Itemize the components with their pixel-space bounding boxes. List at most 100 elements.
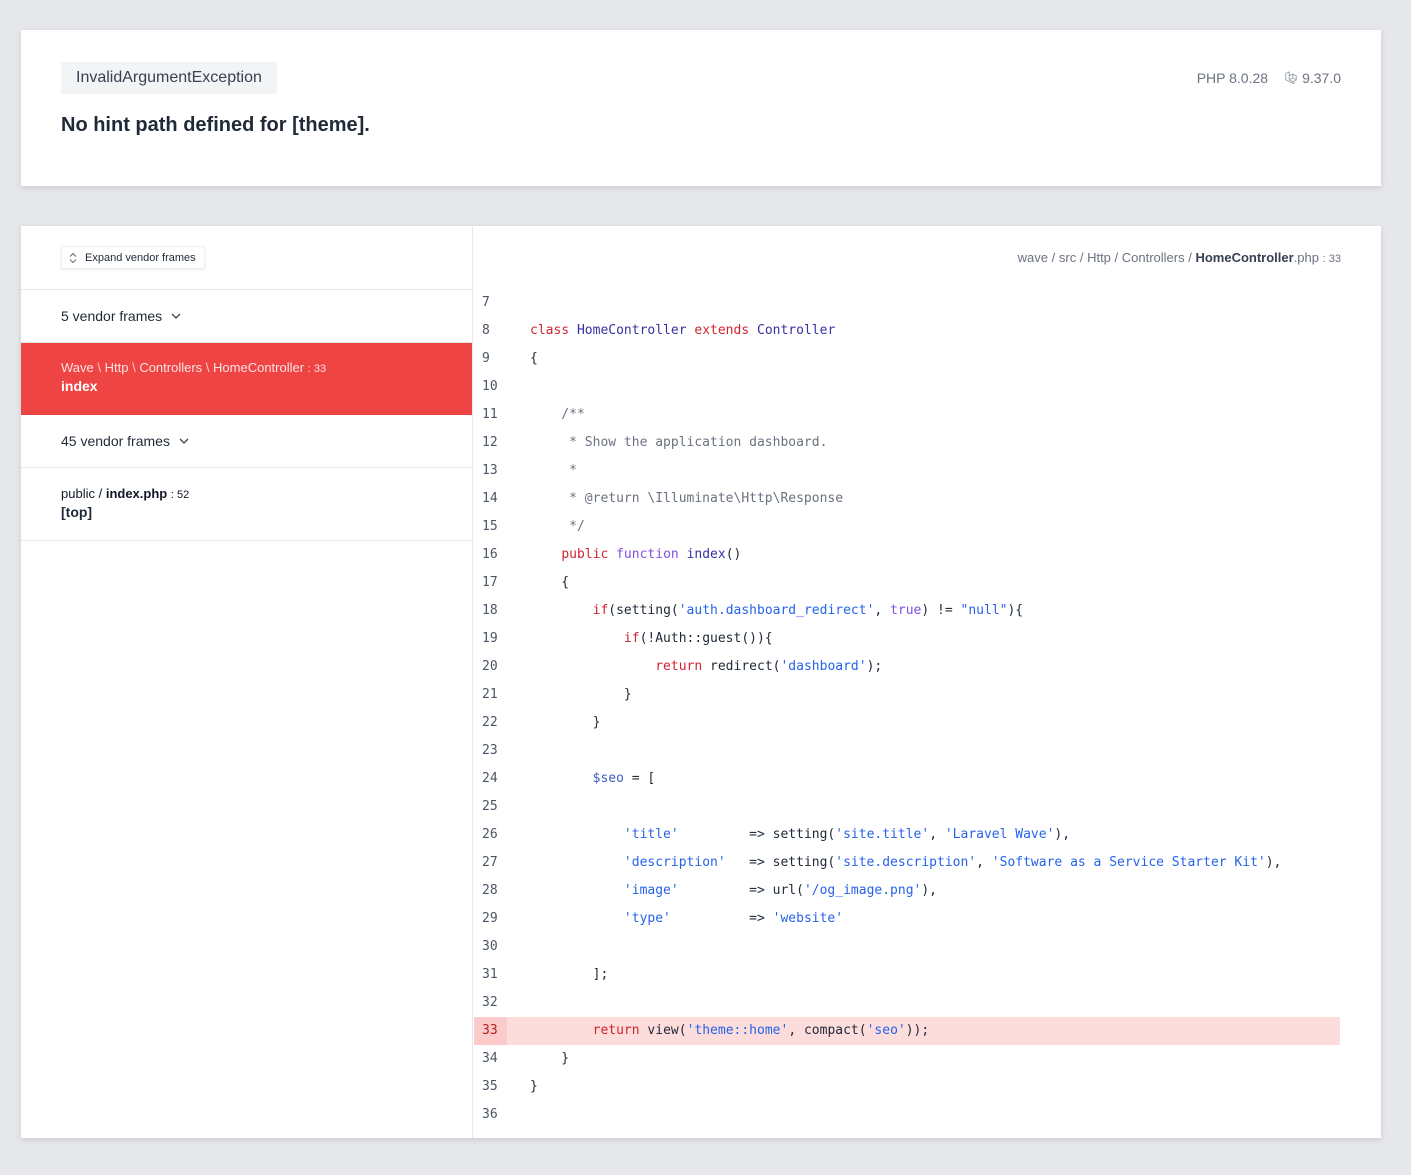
vendor-frames-group-1[interactable]: 5 vendor frames [21, 290, 472, 343]
line-number: 17 [482, 575, 498, 590]
line-number: 12 [482, 435, 498, 450]
line-number: 36 [482, 1107, 498, 1122]
code-line: 30 [474, 933, 1340, 961]
line-source: */ [530, 519, 585, 534]
frame-path: public / index.php : 52 [61, 486, 190, 501]
code-line: 21 } [474, 681, 1340, 709]
line-number: 23 [482, 743, 498, 758]
line-number: 24 [482, 771, 498, 786]
exception-class: InvalidArgumentException [61, 62, 277, 94]
frame-method: index [61, 378, 98, 394]
line-source: public function index() [561, 547, 742, 562]
file-line-number: 33 [1328, 253, 1341, 265]
code-line: 10 [474, 373, 1340, 401]
code-line: 13 * [474, 457, 1340, 485]
code-line: 28 'image' => url('/og_image.png'), [474, 877, 1340, 905]
exception-message: No hint path defined for [theme]. [61, 114, 370, 136]
line-source: } [530, 715, 601, 730]
line-source: return view('theme::home', compact('seo'… [592, 1023, 930, 1038]
code-line: 27 'description' => setting('site.descri… [474, 849, 1340, 877]
line-source: 'type' => 'website' [623, 911, 844, 926]
code-line: 24 $seo = [ [474, 765, 1340, 793]
chevron-down-icon [179, 438, 189, 444]
code-line: 35} [474, 1073, 1340, 1101]
chevron-up-down-icon [69, 252, 77, 263]
code-line: 20 return redirect('dashboard'); [474, 653, 1340, 681]
code-line: 9{ [474, 345, 1340, 373]
code-line: 19 if(!Auth::guest()){ [474, 625, 1340, 653]
exception-header: InvalidArgumentException No hint path de… [21, 30, 1381, 186]
line-number: 19 [482, 631, 498, 646]
line-number: 35 [482, 1079, 498, 1094]
code-line: 7 [474, 289, 1340, 317]
code-line: 16 public function index() [474, 541, 1340, 569]
code-line: 17 { [474, 569, 1340, 597]
version-info: PHP 8.0.28 9.37.0 [1197, 70, 1341, 86]
line-number: 20 [482, 659, 498, 674]
code-line: 14 * @return \Illuminate\Http\Response [474, 485, 1340, 513]
frame-method: [top] [61, 504, 93, 520]
line-number: 14 [482, 491, 498, 506]
line-source [507, 933, 530, 961]
code-line: 25 [474, 793, 1340, 821]
code-line: 8 class HomeController extends Controller [474, 317, 1340, 345]
line-source: if(setting('auth.dashboard_redirect', tr… [592, 603, 1024, 618]
vendor-frames-label: 45 vendor frames [61, 433, 170, 449]
line-source: 'image' => url('/og_image.png'), [623, 883, 938, 898]
file-extension: .php [1293, 250, 1319, 265]
expand-vendor-frames-label: Expand vendor frames [85, 251, 196, 264]
frame-line-number: 52 [176, 489, 190, 501]
line-source: * [530, 463, 577, 478]
line-number: 34 [482, 1051, 498, 1066]
code-line: 36 [474, 1101, 1340, 1129]
line-source: class HomeController extends Controller [530, 323, 836, 338]
line-source [507, 989, 530, 1017]
frame-app[interactable]: public / index.php : 52 [top] [21, 468, 472, 541]
code-viewer: wave / src / Http / Controllers / HomeCo… [474, 226, 1381, 1138]
laravel-icon [1285, 71, 1297, 85]
code-line-highlighted: 33 return view('theme::home', compact('s… [474, 1017, 1340, 1045]
line-number: 13 [482, 463, 498, 478]
code-line: 26 'title' => setting('site.title', 'Lar… [474, 821, 1340, 849]
chevron-down-icon [171, 313, 181, 319]
line-source: ]; [530, 967, 609, 982]
code-line: 12 * Show the application dashboard. [474, 429, 1340, 457]
line-number: 27 [482, 855, 498, 870]
line-source [507, 793, 530, 821]
frame-path: Wave \ Http \ Controllers \ HomeControll… [61, 360, 327, 375]
code-line: 15 */ [474, 513, 1340, 541]
line-source [507, 289, 530, 317]
line-number: 25 [482, 799, 498, 814]
line-source [507, 737, 530, 765]
line-number: 33 [474, 1017, 507, 1045]
frame-active[interactable]: Wave \ Http \ Controllers \ HomeControll… [21, 343, 472, 415]
vendor-frames-label: 5 vendor frames [61, 308, 163, 324]
code-block: 7 8 class HomeController extends Controlle… [474, 289, 1340, 1129]
line-source: 'description' => setting('site.descripti… [623, 855, 1282, 870]
code-line: 23 [474, 737, 1340, 765]
line-source: { [530, 351, 538, 366]
code-line: 32 [474, 989, 1340, 1017]
frame-line-number: 33 [313, 363, 327, 375]
line-number: 9 [482, 351, 490, 366]
line-number: 22 [482, 715, 498, 730]
vendor-frames-group-2[interactable]: 45 vendor frames [21, 415, 472, 468]
line-source: } [530, 1079, 538, 1094]
laravel-version: 9.37.0 [1302, 70, 1341, 86]
line-source: { [530, 575, 570, 590]
line-number: 11 [482, 407, 498, 422]
line-source: if(!Auth::guest()){ [623, 631, 773, 646]
line-number: 29 [482, 911, 498, 926]
file-breadcrumb[interactable]: wave / src / Http / Controllers / HomeCo… [1018, 250, 1341, 265]
line-source: * @return \Illuminate\Http\Response [530, 491, 844, 506]
line-number: 10 [482, 379, 498, 394]
line-source: * Show the application dashboard. [530, 435, 828, 450]
line-number: 8 [482, 323, 490, 338]
line-source [507, 373, 530, 401]
line-number: 18 [482, 603, 498, 618]
expand-vendor-frames-button[interactable]: Expand vendor frames [61, 246, 205, 269]
file-name: HomeController [1195, 250, 1294, 265]
line-number: 26 [482, 827, 498, 842]
line-number: 28 [482, 883, 498, 898]
line-number: 32 [482, 995, 498, 1010]
